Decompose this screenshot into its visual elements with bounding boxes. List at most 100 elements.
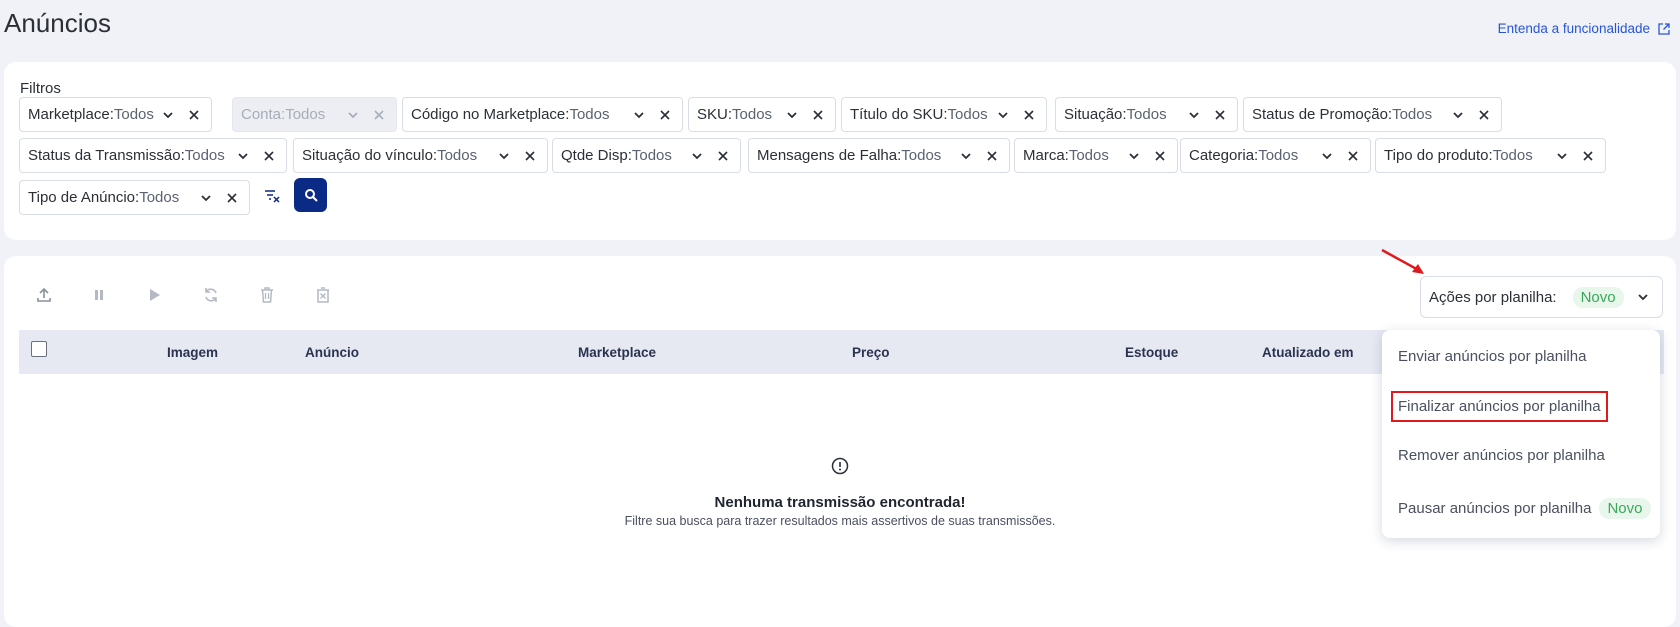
filter-chip-titulo-sku[interactable]: Título do SKU: Todos (841, 97, 1047, 132)
filter-chip-marketplace[interactable]: Marketplace: Todos (19, 97, 212, 132)
column-header-imagem[interactable]: Imagem (167, 345, 218, 360)
close-icon[interactable] (811, 108, 825, 122)
column-header-marketplace[interactable]: Marketplace (578, 345, 656, 360)
filter-chip-mensagens-falha[interactable]: Mensagens de Falha: Todos (748, 138, 1010, 173)
menu-item-label: Finalizar anúncios por planilha (1398, 398, 1601, 415)
menu-item-pausar[interactable]: Pausar anúncios por planilha Novo (1398, 498, 1651, 519)
chip-label: Situação do vínculo: (302, 147, 438, 164)
column-header-estoque[interactable]: Estoque (1125, 345, 1178, 360)
close-icon[interactable] (1153, 149, 1167, 163)
chip-label: Status da Transmissão: (28, 147, 185, 164)
chip-label: Marketplace: (28, 106, 114, 123)
chip-label: Código no Marketplace: (411, 106, 570, 123)
chip-value: Todos (1492, 147, 1533, 164)
chip-label: SKU: (697, 106, 733, 123)
chip-value: Todos (1392, 106, 1433, 123)
chevron-down-icon[interactable] (199, 191, 213, 205)
close-icon[interactable] (1213, 108, 1227, 122)
chevron-down-icon[interactable] (785, 108, 799, 122)
chevron-down-icon[interactable] (996, 108, 1010, 122)
close-icon[interactable] (187, 108, 201, 122)
close-icon[interactable] (1022, 108, 1036, 122)
actions-by-spreadsheet-select[interactable]: Ações por planilha: Novo (1420, 276, 1663, 318)
alert-circle-icon (831, 457, 849, 475)
menu-item-label: Enviar anúncios por planilha (1398, 348, 1587, 365)
chip-value: Todos (631, 147, 672, 164)
chip-value: Todos (569, 106, 610, 123)
new-badge: Novo (1599, 498, 1651, 519)
close-icon[interactable] (262, 149, 276, 163)
pause-button[interactable] (88, 284, 110, 306)
play-button[interactable] (144, 284, 166, 306)
help-link[interactable]: Entenda a funcionalidade (1498, 21, 1670, 36)
close-icon[interactable] (523, 149, 537, 163)
close-icon[interactable] (716, 149, 730, 163)
delete-button[interactable] (256, 284, 278, 306)
filter-clear-icon (265, 190, 280, 203)
chevron-down-icon[interactable] (632, 108, 646, 122)
close-icon[interactable] (658, 108, 672, 122)
filter-chip-tipo-anuncio[interactable]: Tipo de Anúncio: Todos (19, 180, 250, 215)
chip-value: Todos (947, 106, 988, 123)
chevron-down-icon[interactable] (497, 149, 511, 163)
chevron-down-icon[interactable] (1451, 108, 1465, 122)
filter-chip-status-promocao[interactable]: Status de Promoção: Todos (1243, 97, 1502, 132)
external-link-icon (1658, 22, 1670, 35)
chip-value: Todos (437, 147, 478, 164)
clear-filters-button[interactable] (258, 182, 286, 210)
chip-value: Todos (184, 147, 225, 164)
refresh-button[interactable] (200, 284, 222, 306)
close-icon[interactable] (1581, 149, 1595, 163)
menu-item-remover[interactable]: Remover anúncios por planilha (1398, 447, 1605, 464)
menu-item-enviar[interactable]: Enviar anúncios por planilha (1398, 348, 1586, 365)
chevron-down-icon[interactable] (690, 149, 704, 163)
chip-value: Todos (901, 147, 942, 164)
filter-chip-sku[interactable]: SKU: Todos (688, 97, 836, 132)
chevron-down-icon[interactable] (1320, 149, 1334, 163)
chevron-down-icon[interactable] (959, 149, 973, 163)
close-icon[interactable] (1346, 149, 1360, 163)
close-icon[interactable] (225, 191, 239, 205)
close-icon[interactable] (1477, 108, 1491, 122)
filter-chip-qtde-disp[interactable]: Qtde Disp: Todos (552, 138, 741, 173)
filter-chip-categoria[interactable]: Categoria: Todos (1180, 138, 1371, 173)
chip-label: Status de Promoção: (1252, 106, 1393, 123)
chevron-down-icon[interactable] (1127, 149, 1141, 163)
column-header-preco[interactable]: Preço (852, 345, 890, 360)
annotation-arrow (1381, 248, 1424, 274)
filter-chip-codigo-marketplace[interactable]: Código no Marketplace: Todos (402, 97, 683, 132)
menu-item-label: Pausar anúncios por planilha (1398, 500, 1592, 517)
filter-chip-conta: Conta: Todos (232, 97, 397, 132)
pause-icon (95, 290, 103, 300)
column-header-atualizado-em[interactable]: Atualizado em (1262, 345, 1354, 360)
play-icon (150, 289, 160, 301)
close-icon[interactable] (985, 149, 999, 163)
select-all-checkbox[interactable] (31, 341, 47, 357)
chip-value: Todos (732, 106, 773, 123)
chip-label: Marca: (1023, 147, 1069, 164)
chip-value: Todos (139, 189, 180, 206)
column-header-anuncio[interactable]: Anúncio (305, 345, 359, 360)
upload-button[interactable] (33, 284, 55, 306)
new-badge: Novo (1572, 286, 1624, 308)
chevron-down-icon[interactable] (161, 108, 175, 122)
chevron-down-icon (1638, 294, 1648, 301)
search-button[interactable] (294, 178, 327, 212)
chevron-down-icon[interactable] (1187, 108, 1201, 122)
filter-chip-tipo-produto[interactable]: Tipo do produto: Todos (1375, 138, 1606, 173)
menu-item-finalizar[interactable]: Finalizar anúncios por planilha (1391, 391, 1608, 422)
filter-chip-situacao[interactable]: Situação: Todos (1055, 97, 1238, 132)
search-icon (304, 189, 318, 202)
filter-chip-marca[interactable]: Marca: Todos (1014, 138, 1178, 173)
chip-label: Qtde Disp: (561, 147, 632, 164)
remove-button[interactable] (312, 284, 334, 306)
chevron-down-icon[interactable] (236, 149, 250, 163)
help-link-label: Entenda a funcionalidade (1497, 21, 1650, 36)
chip-label: Situação: (1064, 106, 1127, 123)
chip-label: Tipo do produto: (1384, 147, 1493, 164)
chevron-down-icon[interactable] (1555, 149, 1569, 163)
filter-chip-situacao-vinculo[interactable]: Situação do vínculo: Todos (293, 138, 548, 173)
chip-value: Todos (285, 106, 326, 123)
filter-chip-status-transmissao[interactable]: Status da Transmissão: Todos (19, 138, 287, 173)
refresh-icon (205, 288, 217, 302)
